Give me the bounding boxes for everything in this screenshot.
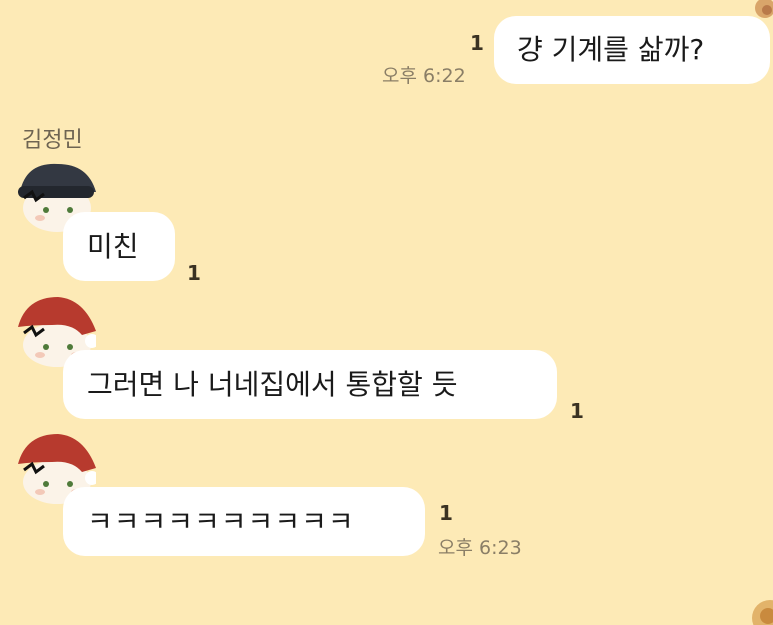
unread-count: 1 bbox=[470, 31, 484, 55]
message-text: 걍 기계를 삶까? bbox=[517, 33, 705, 66]
message-bubble-incoming[interactable]: 미친 bbox=[63, 212, 175, 281]
message-text: 미친 bbox=[87, 229, 139, 263]
unread-count: 1 bbox=[187, 261, 201, 285]
unread-count: 1 bbox=[570, 399, 584, 423]
message-time: 오후 6:22 bbox=[382, 65, 466, 87]
message-bubble-incoming[interactable]: 그러면 나 너네집에서 통합할 듯 bbox=[63, 350, 557, 419]
message-time: 오후 6:23 bbox=[438, 537, 522, 559]
corner-sticker-icon bbox=[752, 600, 773, 625]
message-bubble-incoming[interactable]: ㅋㅋㅋㅋㅋㅋㅋㅋㅋㅋ bbox=[63, 487, 425, 556]
message-bubble-outgoing[interactable]: 걍 기계를 삶까? bbox=[494, 16, 770, 84]
message-text: ㅋㅋㅋㅋㅋㅋㅋㅋㅋㅋ bbox=[87, 504, 355, 538]
sender-name: 김정민 bbox=[22, 128, 83, 153]
chat-room: 1 오후 6:22 걍 기계를 삶까? 김정민 미친 1 그러면 나 너네집에서… bbox=[0, 0, 773, 625]
message-text: 그러면 나 너네집에서 통합할 듯 bbox=[87, 367, 458, 401]
unread-count: 1 bbox=[439, 501, 453, 525]
